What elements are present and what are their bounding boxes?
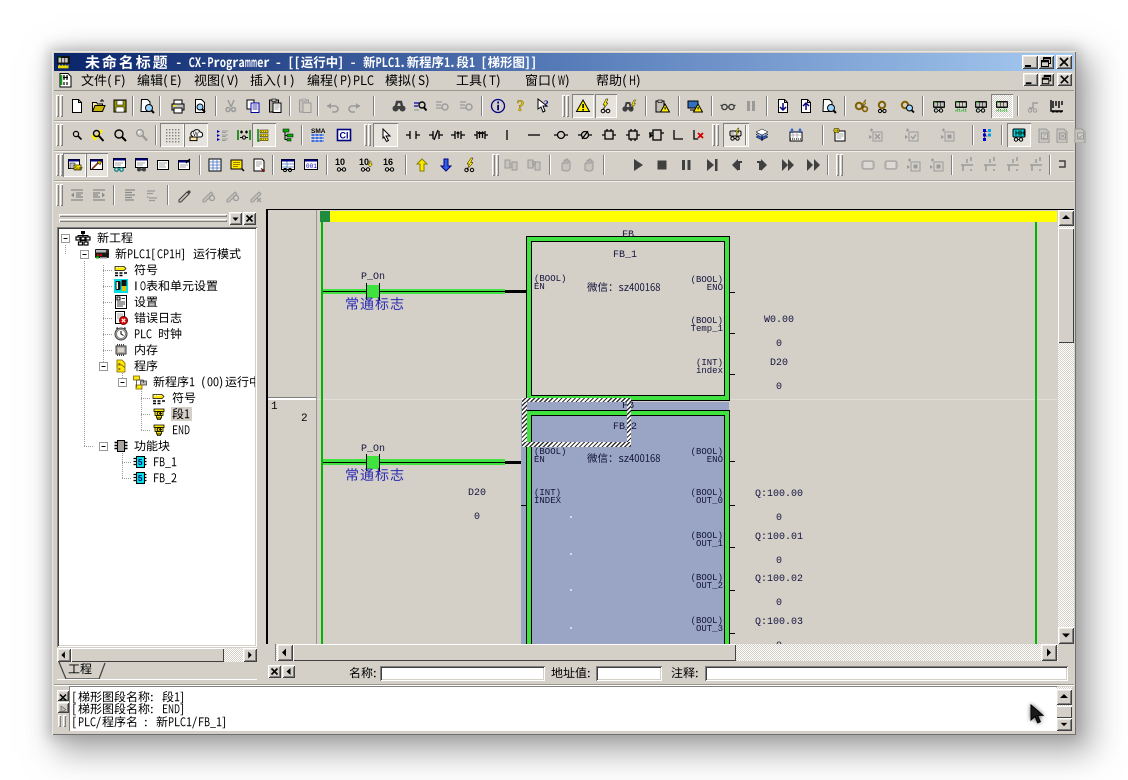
svg-text:001: 001 xyxy=(306,163,317,170)
svg-text:5: 5 xyxy=(138,458,143,467)
svg-text:10: 10 xyxy=(335,157,345,167)
svg-text:16: 16 xyxy=(383,157,393,167)
svg-text:10: 10 xyxy=(359,157,369,167)
svg-text:Sum: Sum xyxy=(74,166,83,171)
svg-text:CI: CI xyxy=(340,131,349,141)
svg-text:?: ? xyxy=(516,98,524,114)
svg-text:SMA: SMA xyxy=(311,128,326,135)
svg-text:?: ? xyxy=(544,99,549,109)
svg-text:Z: Z xyxy=(1043,135,1047,141)
svg-text:HH: HH xyxy=(1015,131,1025,138)
svg-text:5: 5 xyxy=(138,474,143,483)
